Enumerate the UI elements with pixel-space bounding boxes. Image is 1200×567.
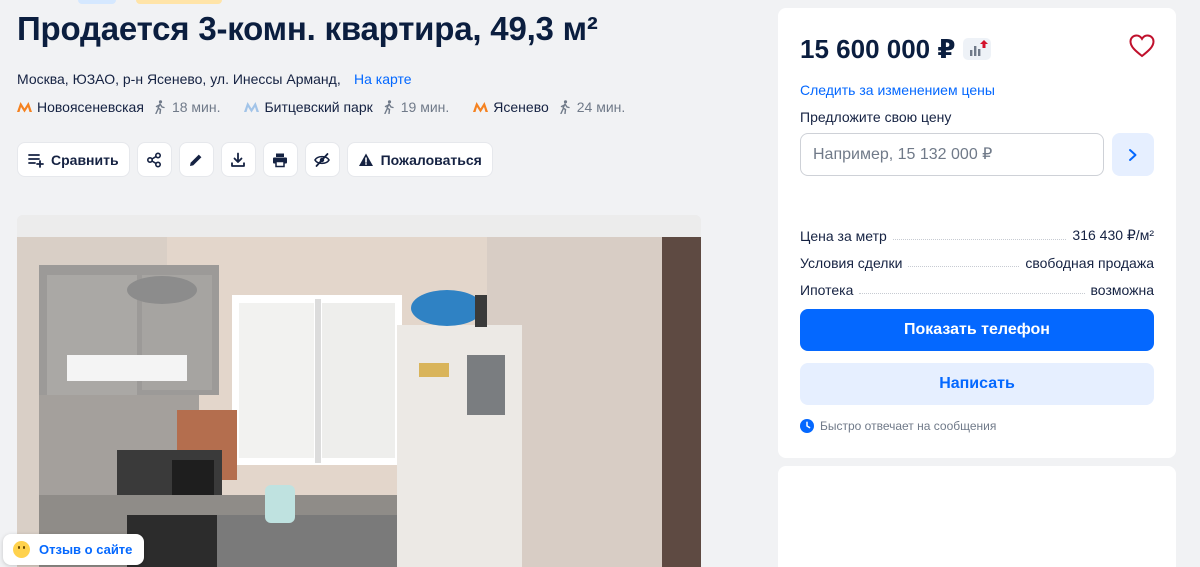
leader-dots — [859, 293, 1085, 294]
write-message-button[interactable]: Написать — [800, 363, 1154, 405]
clock-icon — [800, 419, 814, 433]
site-review-button[interactable]: Отзыв о сайте — [3, 534, 145, 565]
price: 15 600 000 ₽ — [800, 34, 956, 64]
top-badge — [78, 0, 116, 4]
compare-icon — [28, 153, 44, 168]
report-button[interactable]: Пожаловаться — [346, 142, 493, 177]
price-details: Цена за метр 316 430 ₽/м² Условия сделки… — [800, 217, 1154, 298]
print-icon — [273, 153, 288, 167]
detail-value: 316 430 ₽/м² — [1072, 227, 1154, 243]
share-icon — [147, 151, 162, 168]
detail-row: Условия сделки свободная продажа — [800, 244, 1154, 271]
metro-name: Битцевский парк — [264, 99, 373, 115]
page-title: Продается 3-комн. квартира, 49,3 м² — [17, 10, 598, 47]
listing-toolbar: Сравнить Пожаловаться — [17, 142, 493, 177]
walk-icon — [560, 100, 570, 114]
detail-key: Ипотека — [800, 282, 854, 298]
download-icon — [231, 152, 245, 167]
leader-dots — [908, 266, 1020, 267]
metro-walk-time: 24 мин. — [576, 99, 626, 115]
detail-value: возможна — [1090, 282, 1154, 298]
hide-button[interactable] — [304, 142, 340, 177]
metro-icon — [244, 102, 260, 113]
compare-label: Сравнить — [51, 151, 119, 168]
price-history-icon[interactable] — [963, 38, 991, 60]
show-phone-button[interactable]: Показать телефон — [800, 309, 1154, 351]
metro-walk-time: 19 мин. — [400, 99, 450, 115]
secondary-card — [778, 466, 1176, 567]
fast-reply-note: Быстро отвечает на сообщения — [800, 419, 996, 433]
detail-row: Цена за метр 316 430 ₽/м² — [800, 217, 1154, 244]
metro-station[interactable]: Ясенево 24 мин. — [473, 99, 625, 115]
download-button[interactable] — [220, 142, 256, 177]
walk-icon — [384, 100, 394, 114]
track-price-link[interactable]: Следить за изменением цены — [800, 82, 995, 98]
report-label: Пожаловаться — [380, 151, 482, 168]
metro-station[interactable]: Новоясеневская 18 мин. — [17, 99, 220, 115]
offer-price-label: Предложите свою цену — [800, 109, 952, 125]
chevron-right-icon — [1129, 148, 1137, 161]
listing-page: Продается 3-комн. квартира, 49,3 м² Моск… — [0, 0, 1200, 567]
compare-button[interactable]: Сравнить — [17, 142, 130, 177]
address: Москва, ЮЗАО, р-н Ясенево, ул. Инессы Ар… — [17, 71, 341, 87]
price-card: 15 600 000 ₽ Следить за изменением цены … — [778, 8, 1176, 458]
smile-icon — [13, 541, 30, 558]
metro-list: Новоясеневская 18 мин. Битцевский парк 1… — [17, 97, 649, 117]
favorite-heart-icon[interactable] — [1129, 34, 1155, 58]
metro-name: Новоясеневская — [37, 99, 144, 115]
detail-row: Ипотека возможна — [800, 271, 1154, 298]
submit-offer-button[interactable] — [1112, 133, 1154, 176]
site-review-label: Отзыв о сайте — [39, 542, 133, 557]
metro-station[interactable]: Битцевский парк 19 мин. — [244, 99, 449, 115]
walk-icon — [155, 100, 165, 114]
print-button[interactable] — [262, 142, 298, 177]
warning-icon — [358, 153, 373, 166]
edit-icon — [190, 154, 202, 166]
listing-photo[interactable] — [17, 215, 701, 567]
metro-icon — [17, 102, 32, 113]
edit-button[interactable] — [178, 142, 214, 177]
hide-icon — [314, 152, 331, 167]
fast-reply-text: Быстро отвечает на сообщения — [820, 419, 997, 433]
metro-walk-time: 18 мин. — [171, 99, 221, 115]
bar-chart-icon — [970, 40, 988, 56]
detail-key: Цена за метр — [800, 228, 887, 244]
offer-price-input[interactable] — [800, 133, 1104, 176]
detail-key: Условия сделки — [800, 255, 903, 271]
share-button[interactable] — [136, 142, 172, 177]
metro-icon — [473, 102, 489, 113]
metro-name: Ясенево — [493, 99, 549, 115]
detail-value: свободная продажа — [1025, 255, 1154, 271]
kitchen-photo — [17, 215, 701, 567]
map-link[interactable]: На карте — [354, 71, 412, 87]
leader-dots — [892, 239, 1067, 240]
top-badge — [136, 0, 222, 4]
